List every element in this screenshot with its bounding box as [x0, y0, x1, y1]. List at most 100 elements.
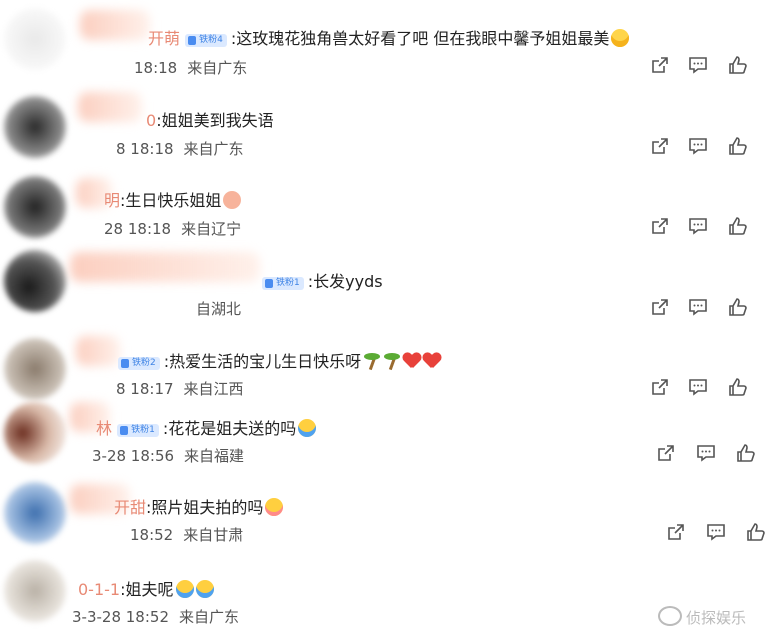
share-icon[interactable]: [650, 55, 670, 75]
comment-line: 明:生日快乐姐姐: [104, 187, 242, 211]
comment-text: :长发yyds: [307, 272, 383, 291]
comment-icon[interactable]: [688, 216, 708, 236]
comment-meta: 3-3-28 18:52 来自广东: [72, 606, 239, 627]
username[interactable]: 开萌: [148, 29, 180, 48]
share-icon[interactable]: [650, 216, 670, 236]
username[interactable]: 林: [96, 419, 112, 438]
comment-line: 开萌 铁粉4:这玫瑰花独角兽太好看了吧 但在我眼中馨予姐姐最美: [148, 25, 630, 49]
comment-text: :这玫瑰花独角兽太好看了吧 但在我眼中馨予姐姐最美: [230, 29, 610, 48]
comment-actions: [666, 522, 773, 544]
shy-emoji-icon: [265, 498, 284, 516]
fan-badge: 铁粉1: [262, 277, 304, 290]
avatar[interactable]: [4, 176, 66, 238]
comment-line: 0-1-1:姐夫呢: [78, 576, 214, 600]
like-icon[interactable]: [728, 297, 748, 317]
comment-meta: 18:52 来自甘肃: [130, 524, 243, 545]
comment-actions: [650, 377, 770, 399]
comment-actions: [650, 216, 770, 238]
face-emoji-icon: [223, 191, 242, 209]
username-blurred[interactable]: [78, 92, 142, 122]
username-blurred[interactable]: [76, 336, 120, 366]
crying-emoji-icon: [175, 580, 194, 598]
fan-badge: 铁粉4: [185, 34, 227, 47]
location: 来自福建: [184, 447, 245, 465]
comment-meta: 18:18 来自广东: [134, 57, 247, 78]
comment-meta: 28 18:18 来自辽宁: [104, 218, 241, 239]
comment-text: :热爱生活的宝儿生日快乐呀: [163, 352, 362, 371]
like-icon[interactable]: [728, 377, 748, 397]
comment-icon[interactable]: [688, 55, 708, 75]
comment-actions: [650, 55, 770, 77]
timestamp: 28 18:18: [104, 220, 172, 238]
avatar[interactable]: [4, 560, 66, 622]
fan-badge: 铁粉2: [118, 357, 160, 370]
timestamp: 8 18:18: [116, 140, 174, 158]
username[interactable]: 0-1-1: [78, 580, 120, 599]
location: 来自广东: [187, 59, 248, 77]
comment-icon[interactable]: [688, 136, 708, 156]
comment-icon[interactable]: [706, 522, 726, 542]
like-icon[interactable]: [728, 55, 748, 75]
username-blurred[interactable]: [80, 10, 150, 40]
heart-emoji-icon: [403, 352, 421, 370]
crying-emoji-icon: [298, 419, 317, 437]
comment-meta: 自湖北: [196, 298, 241, 319]
palm-tree-emoji-icon: [383, 352, 401, 370]
watermark: 侦探娱乐: [658, 606, 746, 628]
share-icon[interactable]: [650, 377, 670, 397]
timestamp: 18:18: [134, 59, 178, 77]
weibo-logo-icon: [658, 606, 682, 626]
location: 来自辽宁: [181, 220, 242, 238]
like-icon[interactable]: [746, 522, 766, 542]
watermark-text: 侦探娱乐: [686, 609, 747, 627]
comment-meta: 8 18:17 来自江西: [116, 378, 244, 399]
comment-line: 林 铁粉1:花花是姐夫送的吗: [96, 415, 317, 439]
username[interactable]: 明: [104, 191, 120, 210]
like-icon[interactable]: [728, 136, 748, 156]
heart-emoji-icon: [423, 352, 441, 370]
share-icon[interactable]: [666, 522, 686, 542]
username-blurred[interactable]: [70, 252, 260, 282]
username[interactable]: 0: [146, 111, 156, 130]
comment-icon[interactable]: [688, 297, 708, 317]
avatar[interactable]: [4, 338, 66, 400]
fan-badge: 铁粉1: [117, 424, 159, 437]
comment-line: 铁粉1:长发yyds: [262, 268, 383, 292]
share-icon[interactable]: [650, 297, 670, 317]
comment-actions: [650, 297, 770, 319]
like-icon[interactable]: [736, 443, 756, 463]
avatar[interactable]: [4, 96, 66, 158]
crying-emoji-icon: [195, 580, 214, 598]
share-icon[interactable]: [656, 443, 676, 463]
comment-text: :照片姐夫拍的吗: [146, 498, 264, 517]
palm-tree-emoji-icon: [363, 352, 381, 370]
comment-text: :姐夫呢: [120, 580, 174, 599]
avatar[interactable]: [4, 250, 66, 312]
comment-meta: 8 18:18 来自广东: [116, 138, 244, 159]
timestamp: 3-3-28 18:52: [72, 608, 169, 626]
comment-actions: [650, 136, 770, 158]
comment-actions: [656, 443, 773, 465]
comment-line: 0:姐姐美到我失语: [146, 107, 274, 131]
comment-meta: 3-28 18:56 来自福建: [92, 445, 244, 466]
username[interactable]: 开甜: [114, 498, 146, 517]
comment-line: 开甜:照片姐夫拍的吗: [114, 494, 284, 518]
timestamp: 8 18:17: [116, 380, 174, 398]
comment-line: 铁粉2:热爱生活的宝儿生日快乐呀: [118, 348, 441, 372]
comment-icon[interactable]: [696, 443, 716, 463]
like-icon[interactable]: [728, 216, 748, 236]
timestamp: 18:52: [130, 526, 174, 544]
sweat-emoji-icon: [611, 29, 630, 47]
share-icon[interactable]: [650, 136, 670, 156]
avatar[interactable]: [4, 8, 66, 70]
avatar[interactable]: [4, 402, 66, 464]
avatar[interactable]: [4, 482, 66, 544]
comment-text: :姐姐美到我失语: [156, 111, 274, 130]
timestamp: 3-28 18:56: [92, 447, 175, 465]
comment-text: :花花是姐夫送的吗: [162, 419, 297, 438]
location: 来自江西: [183, 380, 244, 398]
location: 来自甘肃: [183, 526, 244, 544]
location: 自湖北: [196, 300, 242, 318]
comment-text: :生日快乐姐姐: [120, 191, 222, 210]
comment-icon[interactable]: [688, 377, 708, 397]
